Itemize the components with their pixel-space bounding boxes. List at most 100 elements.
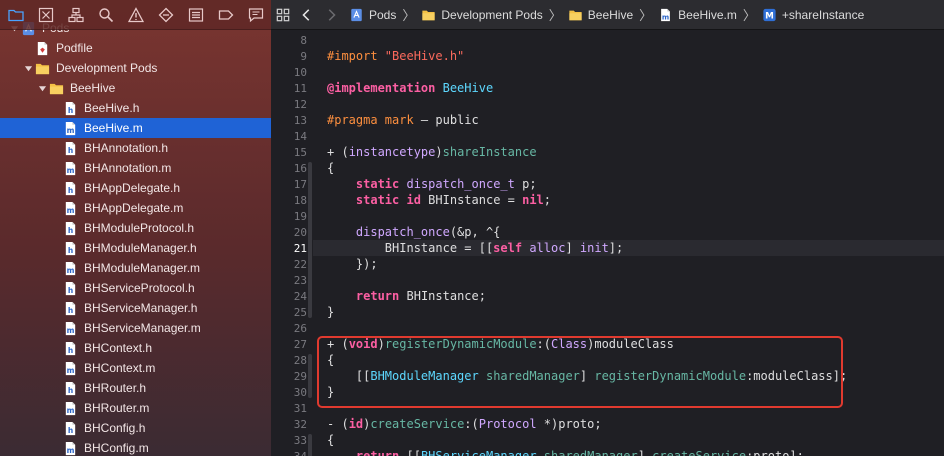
code-line[interactable]: dispatch_once(&p, ^{ <box>313 224 944 240</box>
file-tree-item[interactable]: h BHModuleManager.h <box>0 238 271 258</box>
file-tree-item[interactable]: h BHModuleProtocol.h <box>0 218 271 238</box>
code-line[interactable]: } <box>313 304 944 320</box>
breadcrumb-item[interactable]: BeeHive <box>566 8 635 22</box>
file-tree-item[interactable]: Development Pods <box>0 58 271 78</box>
code-line[interactable]: { <box>313 432 944 448</box>
line-number-gutter: 8 9 10 11 12 13 14 15 16 17 18 19 20 21 22 23 24 25 26 27 28… <box>271 30 313 456</box>
folder-yellow-icon <box>34 60 50 76</box>
file-tree-item[interactable]: Podfile <box>0 38 271 58</box>
code-area[interactable]: #import "BeeHive.h" @implementation BeeHi… <box>313 30 944 456</box>
code-line[interactable]: - (id)createService:(Protocol *)proto; <box>313 416 944 432</box>
search-icon[interactable] <box>96 5 116 25</box>
code-fold-ribbon[interactable] <box>308 434 312 456</box>
code-line[interactable] <box>313 272 944 288</box>
line-number: 18 <box>293 194 307 207</box>
folder-icon[interactable] <box>6 5 26 25</box>
code-fold-ribbon[interactable] <box>308 226 312 270</box>
breadcrumb-item[interactable]: M +shareInstance <box>760 8 866 22</box>
x-square-icon[interactable] <box>36 5 56 25</box>
file-tree-item[interactable]: h BHServiceProtocol.h <box>0 278 271 298</box>
code-text: dispatch_once(&p, ^{ <box>327 225 501 239</box>
file-tree-item[interactable]: h BHServiceManager.h <box>0 298 271 318</box>
code-line[interactable]: + (instancetype)shareInstance <box>313 144 944 160</box>
code-line[interactable]: } <box>313 384 944 400</box>
code-line[interactable]: static id BHInstance = nil; <box>313 192 944 208</box>
code-line[interactable]: [[BHModuleManager sharedManager] registe… <box>313 368 944 384</box>
code-token: id <box>406 193 421 207</box>
file-tree-item[interactable]: h BHAppDelegate.h <box>0 178 271 198</box>
grid-icon[interactable] <box>271 0 295 30</box>
code-line[interactable] <box>313 64 944 80</box>
code-line[interactable]: + (void)registerDynamicModule:(Class)mod… <box>313 336 944 352</box>
chevron-down-icon[interactable] <box>22 58 34 78</box>
code-line[interactable]: { <box>313 352 944 368</box>
code-line[interactable]: { <box>313 160 944 176</box>
line-number: 26 <box>293 322 307 335</box>
code-token: alloc <box>529 241 566 255</box>
breadcrumb-item[interactable]: Pods <box>347 8 398 22</box>
code-fold-ribbon[interactable] <box>308 354 312 398</box>
back-button[interactable] <box>295 0 319 30</box>
file-tree-label: BHAppDelegate.m <box>84 201 184 215</box>
code-token: :proto]; <box>746 449 804 456</box>
code-line[interactable] <box>313 400 944 416</box>
file-tree-item[interactable]: m BHModuleManager.m <box>0 258 271 278</box>
code-line[interactable]: BHInstance = [[self alloc] init]; <box>313 240 944 256</box>
line-number: 15 <box>293 146 307 159</box>
code-line[interactable] <box>313 320 944 336</box>
code-text: + (void)registerDynamicModule:(Class)mod… <box>327 337 674 351</box>
code-line[interactable]: return BHInstance; <box>313 288 944 304</box>
code-text: { <box>327 353 334 367</box>
code-token: [[ <box>327 369 371 383</box>
code-text: }); <box>327 257 378 271</box>
code-token: p; <box>514 177 537 191</box>
line-number: 8 <box>300 34 307 47</box>
file-tree-item[interactable]: m BHRouter.m <box>0 398 271 418</box>
list-icon[interactable] <box>186 5 206 25</box>
warning-icon[interactable] <box>126 5 146 25</box>
breadcrumb-item[interactable]: m BeeHive.m <box>656 8 739 22</box>
code-line[interactable]: @implementation BeeHive <box>313 80 944 96</box>
code-line[interactable]: #pragma mark – public <box>313 112 944 128</box>
file-tree-item[interactable]: m BHServiceManager.m <box>0 318 271 338</box>
code-line[interactable] <box>313 32 944 48</box>
chat-icon[interactable] <box>246 5 266 25</box>
file-tree-item[interactable]: m BeeHive.m <box>0 118 271 138</box>
code-token: BHInstance; <box>399 289 486 303</box>
code-text: } <box>327 305 334 319</box>
file-tree-item[interactable]: h BHAnnotation.h <box>0 138 271 158</box>
file-tree-item[interactable]: m BHAnnotation.m <box>0 158 271 178</box>
code-line[interactable]: static dispatch_once_t p; <box>313 176 944 192</box>
code-token: dispatch_once <box>355 225 450 239</box>
code-line[interactable]: return [[BHServiceManager sharedManager]… <box>313 448 944 456</box>
diamond-icon[interactable] <box>156 5 176 25</box>
code-token: self <box>493 241 523 255</box>
chevron-down-icon[interactable] <box>36 78 48 98</box>
tag-icon[interactable] <box>216 5 236 25</box>
breadcrumb-item[interactable]: Development Pods <box>419 8 544 22</box>
file-tree-label: BeeHive.h <box>84 101 140 115</box>
code-line[interactable] <box>313 128 944 144</box>
code-token: (&p, ^{ <box>449 225 501 239</box>
file-tree-item[interactable]: h BHConfig.h <box>0 418 271 438</box>
code-line[interactable]: #import "BeeHive.h" <box>313 48 944 64</box>
code-line[interactable] <box>313 96 944 112</box>
code-line[interactable]: }); <box>313 256 944 272</box>
file-tree-item[interactable]: h BeeHive.h <box>0 98 271 118</box>
svg-text:h: h <box>67 146 72 155</box>
forward-button[interactable] <box>319 0 343 30</box>
svg-text:m: m <box>66 406 74 415</box>
file-tree-item[interactable]: m BHConfig.m <box>0 438 271 456</box>
code-line[interactable] <box>313 208 944 224</box>
hierarchy-icon[interactable] <box>66 5 86 25</box>
file-tree-item[interactable]: m BHAppDelegate.m <box>0 198 271 218</box>
code-token: :moduleClass]; <box>746 369 848 383</box>
code-token: return <box>355 449 400 456</box>
file-tree-item[interactable]: h BHRouter.h <box>0 378 271 398</box>
file-tree-item[interactable]: BeeHive <box>0 78 271 98</box>
code-token: } <box>327 385 335 399</box>
code-text: #import "BeeHive.h" <box>327 49 464 63</box>
file-tree-item[interactable]: m BHContext.m <box>0 358 271 378</box>
file-tree-item[interactable]: h BHContext.h <box>0 338 271 358</box>
